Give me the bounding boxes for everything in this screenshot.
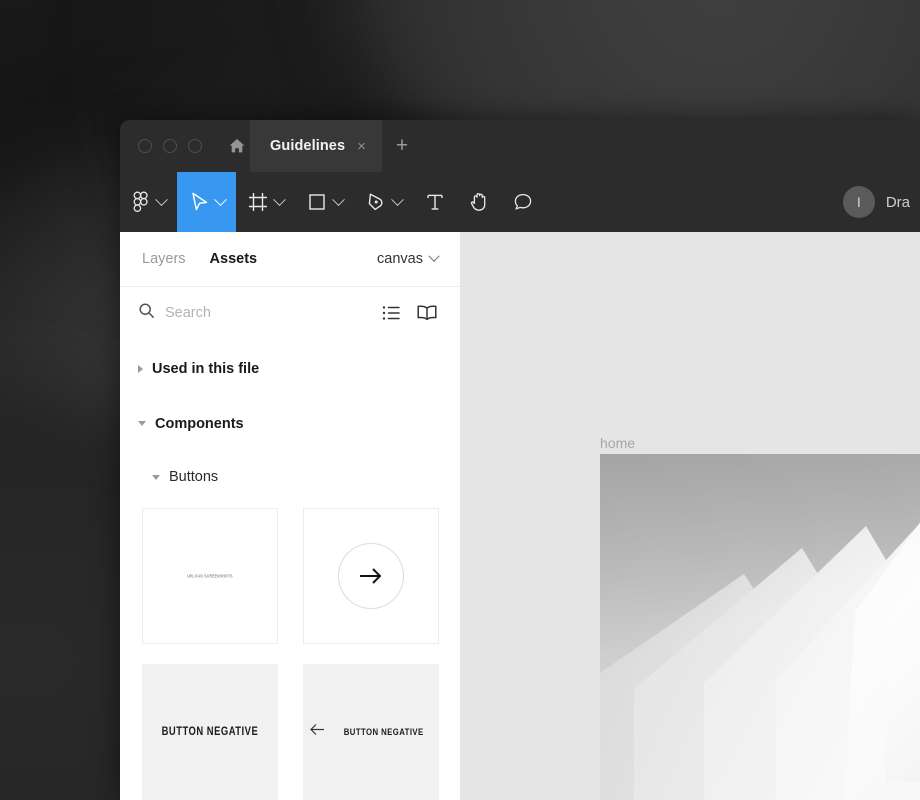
asset-button-negative[interactable]: BUTTON NEGATIVE: [142, 664, 278, 800]
tab-assets[interactable]: Assets: [210, 251, 258, 267]
chevron-down-icon: [428, 250, 440, 262]
section-label: Components: [155, 415, 244, 432]
maximize-window-button[interactable]: [188, 139, 202, 153]
comment-icon: [514, 193, 532, 210]
text-icon: [427, 194, 443, 210]
panel-tab-bar: Layers Assets canvas: [120, 232, 460, 287]
asset-label: UPLOAD SCREENSHOTS: [187, 573, 233, 579]
section-components[interactable]: Components: [120, 407, 460, 440]
assets-panel: Layers Assets canvas Search Used in this…: [120, 232, 461, 800]
section-label: Used in this file: [152, 360, 260, 377]
toolbar-right-group: I Dra: [842, 172, 920, 232]
frame-label[interactable]: home: [600, 435, 635, 451]
asset-circle-arrow-button[interactable]: [303, 508, 439, 644]
tab-guidelines[interactable]: Guidelines ×: [250, 120, 383, 172]
hand-icon: [470, 193, 486, 211]
chevron-down-icon[interactable]: [273, 192, 286, 206]
tab-layers[interactable]: Layers: [142, 251, 186, 267]
search-input[interactable]: [165, 305, 368, 322]
frame-photo: [600, 454, 920, 800]
asset-content: BUTTON NEGATIVE: [309, 723, 432, 741]
pen-icon: [368, 193, 383, 211]
home-icon[interactable]: [224, 133, 250, 159]
book-icon[interactable]: [414, 300, 440, 326]
user-label: Dra: [885, 193, 910, 211]
frame-icon: [249, 193, 267, 211]
section-used-in-this-file[interactable]: Used in this file: [120, 352, 460, 385]
photo-shading: [600, 454, 920, 800]
asset-label: BUTTON NEGATIVE: [161, 726, 259, 738]
chevron-down-icon[interactable]: [155, 192, 168, 206]
toolbar: I Dra: [120, 172, 920, 232]
tool-frame[interactable]: [236, 172, 295, 232]
chevron-down-icon[interactable]: [214, 192, 227, 206]
frame-home[interactable]: [600, 454, 920, 800]
triangle-right-icon: [138, 364, 143, 373]
desktop-background: Guidelines × + I Dra Layers Assets canva…: [0, 0, 920, 800]
new-tab-button[interactable]: +: [382, 120, 422, 172]
figma-logo-icon: [133, 191, 148, 213]
window-controls: [120, 120, 202, 172]
tool-text[interactable]: [413, 172, 457, 232]
design-canvas[interactable]: home: [461, 232, 920, 800]
asset-button-negative-back[interactable]: BUTTON NEGATIVE: [303, 664, 439, 800]
page-selector[interactable]: canvas: [377, 250, 440, 267]
chevron-down-icon[interactable]: [332, 192, 345, 206]
asset-label: BUTTON NEGATIVE: [344, 726, 424, 738]
tool-comment[interactable]: [501, 172, 545, 232]
minimize-window-button[interactable]: [163, 139, 177, 153]
assets-grid: UPLOAD SCREENSHOTS BUTTON NEGATIVE BUTTO…: [120, 494, 460, 800]
tool-hand[interactable]: [457, 172, 501, 232]
tab-bar: Guidelines × +: [120, 120, 920, 172]
arrow-left-icon: [309, 723, 326, 741]
tool-move[interactable]: [177, 172, 236, 232]
rectangle-icon: [309, 194, 325, 210]
tab-label: Guidelines: [270, 138, 346, 154]
search-icon: [138, 302, 155, 324]
arrow-right-icon: [338, 543, 404, 609]
triangle-down-icon: [152, 474, 160, 480]
close-window-button[interactable]: [138, 139, 152, 153]
tool-figma-logo[interactable]: [120, 172, 177, 232]
section-label: Buttons: [169, 469, 219, 486]
tool-shape[interactable]: [295, 172, 354, 232]
chevron-down-icon[interactable]: [391, 192, 404, 206]
section-buttons[interactable]: Buttons: [120, 461, 460, 494]
page-selector-label: canvas: [377, 250, 423, 267]
app-body: Layers Assets canvas Search Used in this…: [120, 232, 920, 800]
close-icon[interactable]: ×: [357, 139, 366, 154]
search-row: [120, 287, 460, 340]
list-icon[interactable]: [378, 300, 404, 326]
avatar[interactable]: I: [842, 186, 875, 218]
cursor-arrow-icon: [192, 192, 208, 211]
asset-upload-screenshots-button[interactable]: UPLOAD SCREENSHOTS: [142, 508, 278, 644]
tool-pen[interactable]: [354, 172, 413, 232]
triangle-down-icon: [138, 421, 146, 427]
design-app-window: Guidelines × + I Dra Layers Assets canva…: [120, 120, 920, 800]
